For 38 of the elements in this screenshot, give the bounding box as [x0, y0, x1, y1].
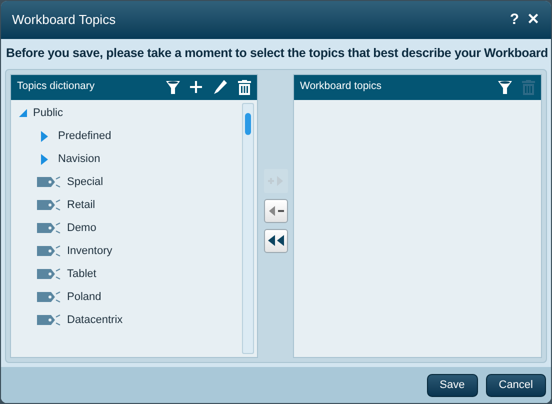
tree-item[interactable]: Navision	[58, 151, 100, 168]
tag-icon	[37, 291, 61, 304]
instruction-text: Before you save, please take a moment to select the topics that best describe your Workboard	[5, 45, 549, 62]
panel-title: Workboard topics	[300, 79, 383, 94]
expanded-triangle-icon[interactable]	[19, 109, 27, 118]
tag-icon	[37, 199, 61, 212]
tag-icon	[37, 314, 61, 326]
tree-item[interactable]: Poland	[67, 289, 102, 306]
tree-item[interactable]: Inventory	[67, 243, 112, 260]
dialog-button[interactable]: Cancel	[486, 374, 546, 396]
double-left-icon	[268, 235, 284, 246]
tag-icon	[37, 245, 61, 258]
scrollbar[interactable]	[242, 102, 254, 354]
transfer-button[interactable]	[264, 228, 288, 253]
panel-title: Topics dictionary	[17, 79, 96, 94]
tree-item[interactable]: Demo	[67, 220, 96, 236]
filter-icon[interactable]	[498, 80, 512, 95]
collapsed-triangle-icon[interactable]	[41, 154, 48, 165]
plus-icon[interactable]	[190, 81, 202, 94]
dialog-button[interactable]: Save	[426, 374, 478, 396]
tree-item[interactable]: Datacentrix	[67, 312, 123, 328]
close-button[interactable]: ✕	[527, 8, 540, 32]
trash-icon[interactable]	[238, 80, 251, 95]
tag-icon	[37, 222, 61, 234]
help-button[interactable]: ?	[510, 8, 519, 32]
tag-icon	[37, 176, 61, 188]
tree-item[interactable]: Predefined	[58, 128, 112, 144]
window-title: Workboard Topics	[12, 11, 117, 30]
remove-left-icon	[268, 206, 284, 216]
pencil-icon[interactable]	[212, 79, 228, 96]
tree-item[interactable]: Retail	[67, 197, 96, 214]
tree-item[interactable]: Public	[33, 105, 63, 122]
transfer-button[interactable]	[264, 198, 288, 223]
tree-item[interactable]: Tablet	[67, 266, 96, 282]
tree-item[interactable]: Special	[67, 174, 104, 190]
tag-icon	[37, 268, 61, 280]
collapsed-triangle-icon[interactable]	[41, 130, 48, 142]
filter-icon[interactable]	[166, 80, 180, 95]
